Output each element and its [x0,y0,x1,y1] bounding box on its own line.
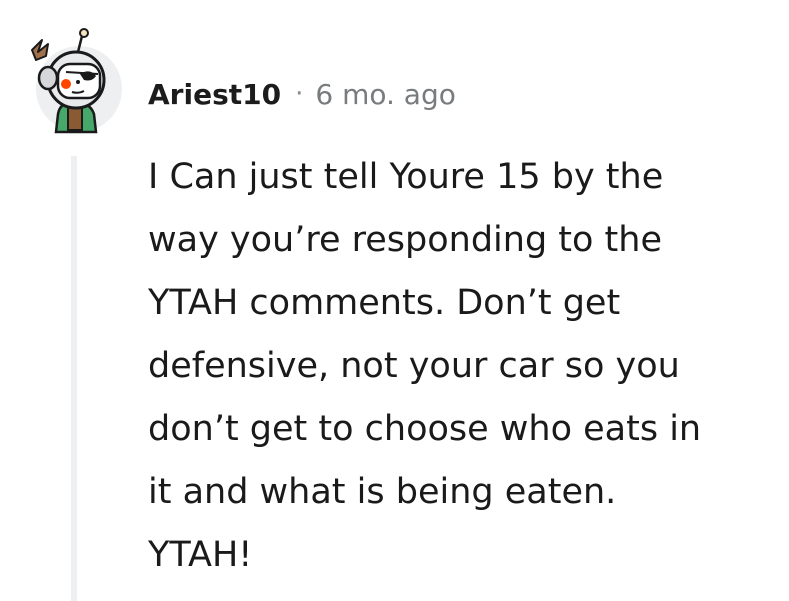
comment-meta: Ariest10 · 6 mo. ago [148,72,456,116]
comment-text-line: way you’re responding to the [148,220,662,260]
comment-author-link[interactable]: Ariest10 [148,78,281,111]
user-avatar[interactable] [22,22,126,134]
comment-timestamp[interactable]: 6 mo. ago [315,78,456,111]
comment-body: I Can just tell Youre 15 by the way you’… [148,146,780,587]
thread-collapse-line[interactable] [71,156,77,601]
meta-separator: · [295,79,304,109]
comment-text-line: I Can just tell Youre 15 by the [148,157,664,197]
comment-text-line: defensive, not your car so you [148,346,680,386]
comment-text-line: YTAH! [148,535,253,575]
comment-text-line: it and what is being eaten. [148,472,617,512]
comment-text-line: don’t get to choose who eats in [148,409,702,449]
comment-text-line: YTAH comments. Don’t get [148,283,621,323]
astronaut-avatar-icon [31,28,106,134]
